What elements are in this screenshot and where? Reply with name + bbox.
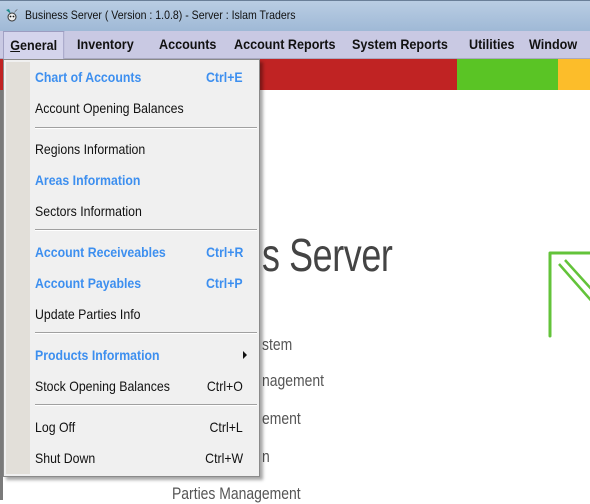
- menu-bar: General Inventory Accounts Account Repor…: [0, 31, 590, 59]
- feature-item: stem: [262, 335, 293, 354]
- menu-item-account-opening-balances[interactable]: Account Opening Balances: [4, 94, 259, 122]
- menu-item-label: Account Payables: [35, 275, 142, 291]
- banner-green: [457, 59, 558, 90]
- menu-utilities[interactable]: Utilities: [469, 31, 515, 58]
- menu-item-update-parties-info[interactable]: Update Parties Info: [4, 300, 259, 328]
- menu-item-chart-of-accounts[interactable]: Chart of Accounts Ctrl+E: [4, 63, 259, 91]
- menu-item-account-receiveables[interactable]: Account Receiveables Ctrl+R: [4, 238, 259, 266]
- menu-item-label: Areas Information: [35, 172, 141, 188]
- menu-item-label: Shut Down: [35, 450, 96, 466]
- menu-account-reports[interactable]: Account Reports: [234, 31, 336, 58]
- menu-item-shortcut: Ctrl+P: [206, 275, 243, 291]
- menu-item-stock-opening-balances[interactable]: Stock Opening Balances Ctrl+O: [4, 372, 259, 400]
- menu-item-log-off[interactable]: Log Off Ctrl+L: [4, 413, 259, 441]
- menu-general[interactable]: General: [3, 31, 65, 59]
- feature-item: ement: [262, 409, 301, 428]
- window-title: Business Server ( Version : 1.0.8) - Ser…: [25, 8, 296, 22]
- menu-separator: [35, 332, 257, 334]
- feature-item: Parties Management: [172, 484, 301, 503]
- menu-item-label: Account Opening Balances: [35, 100, 184, 116]
- menu-item-label: Chart of Accounts: [35, 69, 142, 85]
- feature-item: n: [262, 447, 270, 466]
- app-logo-icon: [6, 9, 18, 22]
- menu-item-label: Regions Information: [35, 141, 146, 157]
- menu-accounts[interactable]: Accounts: [159, 31, 216, 58]
- menu-item-label: Update Parties Info: [35, 306, 141, 322]
- menu-general-mnemonic: G: [10, 37, 21, 53]
- menu-item-label: Products Information: [35, 347, 160, 363]
- menu-item-shortcut: Ctrl+W: [205, 450, 243, 466]
- menu-item-shut-down[interactable]: Shut Down Ctrl+W: [4, 444, 259, 472]
- submenu-arrow-icon: [243, 351, 247, 359]
- menu-separator: [35, 229, 257, 231]
- menu-item-label: Log Off: [35, 419, 76, 435]
- menu-item-shortcut: Ctrl+O: [207, 378, 243, 394]
- menu-item-sectors-information[interactable]: Sectors Information: [4, 197, 259, 225]
- menu-item-regions-information[interactable]: Regions Information: [4, 135, 259, 163]
- feature-item: nagement: [262, 371, 325, 390]
- menu-item-label: Sectors Information: [35, 203, 142, 219]
- menu-item-account-payables[interactable]: Account Payables Ctrl+P: [4, 269, 259, 297]
- menu-item-shortcut: Ctrl+E: [206, 69, 243, 85]
- banner-yellow: [558, 59, 590, 90]
- menu-separator: [35, 127, 257, 129]
- menu-item-areas-information[interactable]: Areas Information: [4, 166, 259, 194]
- menu-item-shortcut: Ctrl+L: [209, 419, 243, 435]
- app-heading: s Server: [262, 229, 393, 281]
- menu-item-shortcut: Ctrl+R: [205, 244, 243, 260]
- menu-system-reports[interactable]: System Reports: [352, 31, 448, 58]
- general-dropdown-menu: Chart of Accounts Ctrl+E Account Opening…: [3, 59, 260, 477]
- menu-item-label: Account Receiveables: [35, 244, 166, 260]
- title-bar: Business Server ( Version : 1.0.8) - Ser…: [0, 0, 590, 31]
- logo-arrow-icon: [548, 251, 590, 338]
- menu-item-products-information[interactable]: Products Information: [4, 341, 259, 369]
- menu-separator: [35, 404, 257, 406]
- menu-item-label: Stock Opening Balances: [35, 378, 170, 394]
- menu-inventory[interactable]: Inventory: [77, 31, 134, 58]
- menu-window[interactable]: Window: [529, 31, 577, 58]
